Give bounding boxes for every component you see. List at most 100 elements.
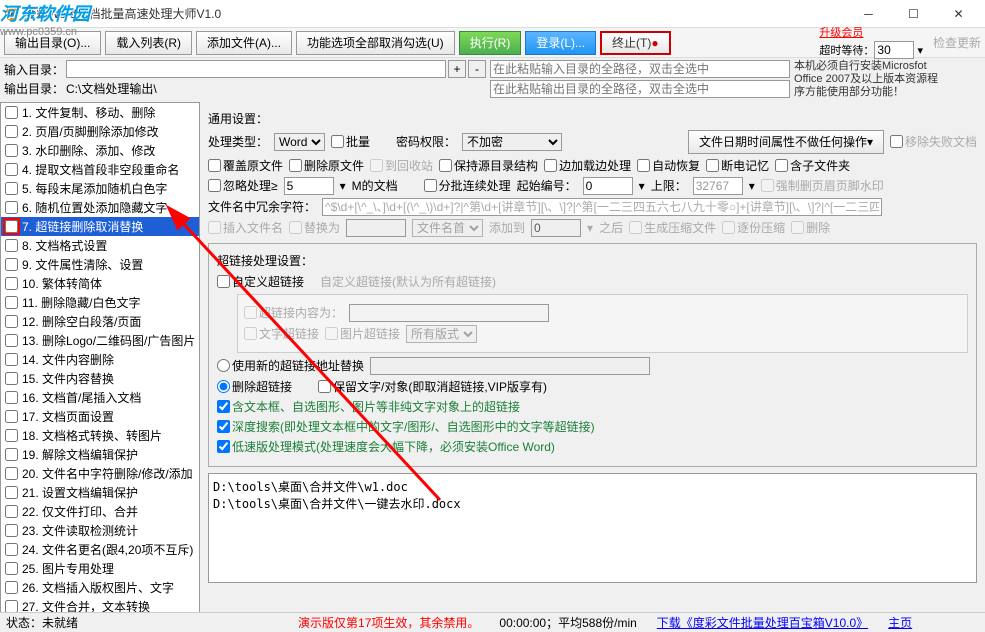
sidebar-item-17[interactable]: 17. 文档页面设置: [1, 407, 199, 426]
sidebar-checkbox-20[interactable]: [5, 467, 18, 480]
custom-link-checkbox[interactable]: [217, 275, 230, 288]
sidebar-checkbox-10[interactable]: [5, 277, 18, 290]
sidebar-item-25[interactable]: 25. 图片专用处理: [1, 559, 199, 578]
add-files-button[interactable]: 添加文件(A)...: [196, 31, 292, 55]
batch-continuous-checkbox[interactable]: [424, 179, 437, 192]
sidebar-item-19[interactable]: 19. 解除文档编辑保护: [1, 445, 199, 464]
sidebar-checkbox-17[interactable]: [5, 410, 18, 423]
sidebar-checkbox-1[interactable]: [5, 106, 18, 119]
auto-recover-checkbox[interactable]: [637, 159, 650, 172]
download-link[interactable]: 下载《度彩文件批量处理百宝箱V10.0》: [657, 614, 868, 631]
sidebar-checkbox-26[interactable]: [5, 581, 18, 594]
add-input-button[interactable]: +: [448, 60, 466, 78]
sidebar-item-2[interactable]: 2. 页眉/页脚删除添加修改: [1, 122, 199, 141]
paste-output-dir[interactable]: [490, 80, 790, 98]
break-memory-checkbox[interactable]: [706, 159, 719, 172]
sidebar-label: 18. 文档格式转换、转图片: [22, 427, 162, 444]
include-sub-checkbox[interactable]: [775, 159, 788, 172]
sidebar-item-16[interactable]: 16. 文档首/尾插入文档: [1, 388, 199, 407]
sidebar-checkbox-18[interactable]: [5, 429, 18, 442]
batch-checkbox[interactable]: [331, 135, 344, 148]
delete-orig-checkbox[interactable]: [289, 159, 302, 172]
sidebar-item-21[interactable]: 21. 设置文档编辑保护: [1, 483, 199, 502]
sidebar-item-9[interactable]: 9. 文件属性清除、设置: [1, 255, 199, 274]
ignore-checkbox[interactable]: [208, 179, 221, 192]
sidebar-checkbox-25[interactable]: [5, 562, 18, 575]
sidebar-checkbox-27[interactable]: [5, 600, 18, 613]
pwd-select[interactable]: 不加密: [462, 133, 562, 151]
sidebar-checkbox-7[interactable]: [5, 220, 18, 233]
sidebar-checkbox-8[interactable]: [5, 239, 18, 252]
edge-load-checkbox[interactable]: [544, 159, 557, 172]
file-list[interactable]: D:\tools\桌面\合并文件\w1.doc D:\tools\桌面\合并文件…: [208, 473, 977, 583]
select-all-options-button[interactable]: 功能选项全部取消勾选(U): [296, 31, 455, 55]
sidebar-item-1[interactable]: 1. 文件复制、移动、删除: [1, 103, 199, 122]
check-update-link[interactable]: 检查更新: [933, 34, 981, 51]
stop-button[interactable]: 终止(T) ●: [600, 31, 671, 55]
output-dir-button[interactable]: 输出目录(O)...: [4, 31, 101, 55]
timeout-input[interactable]: [874, 41, 914, 59]
homepage-link[interactable]: 主页: [888, 614, 912, 631]
sidebar-item-3[interactable]: 3. 水印删除、添加、修改: [1, 141, 199, 160]
delete-link-radio[interactable]: [217, 380, 230, 393]
paste-input-dir[interactable]: [490, 60, 790, 78]
upgrade-link[interactable]: 升级会员: [819, 26, 923, 40]
sidebar-item-24[interactable]: 24. 文件名更名(跟4,20项不互斥): [1, 540, 199, 559]
sidebar-checkbox-5[interactable]: [5, 182, 18, 195]
upper-input[interactable]: [693, 177, 743, 195]
sidebar-checkbox-15[interactable]: [5, 372, 18, 385]
maximize-button[interactable]: ☐: [891, 3, 936, 25]
include-textbox-checkbox[interactable]: [217, 400, 230, 413]
sidebar-checkbox-22[interactable]: [5, 505, 18, 518]
sidebar-checkbox-3[interactable]: [5, 144, 18, 157]
overwrite-checkbox[interactable]: [208, 159, 221, 172]
sidebar-item-26[interactable]: 26. 文档插入版权图片、文字: [1, 578, 199, 597]
sidebar-item-22[interactable]: 22. 仅文件打印、合并: [1, 502, 199, 521]
sidebar-checkbox-24[interactable]: [5, 543, 18, 556]
sidebar-item-14[interactable]: 14. 文件内容删除: [1, 350, 199, 369]
keep-struct-checkbox[interactable]: [439, 159, 452, 172]
input-dir-field[interactable]: [66, 60, 446, 78]
sidebar-item-7[interactable]: 7. 超链接删除取消替换: [1, 217, 199, 236]
sidebar-item-8[interactable]: 8. 文档格式设置: [1, 236, 199, 255]
deep-search-checkbox[interactable]: [217, 420, 230, 433]
close-button[interactable]: ✕: [936, 3, 981, 25]
sidebar-checkbox-14[interactable]: [5, 353, 18, 366]
sidebar-item-6[interactable]: 6. 随机位置处添加隐藏文字: [1, 198, 199, 217]
load-list-button[interactable]: 载入列表(R): [105, 31, 192, 55]
remove-failed-checkbox[interactable]: [890, 135, 903, 148]
sidebar-checkbox-6[interactable]: [5, 201, 18, 214]
sidebar-checkbox-11[interactable]: [5, 296, 18, 309]
sidebar-checkbox-9[interactable]: [5, 258, 18, 271]
low-speed-checkbox[interactable]: [217, 440, 230, 453]
run-button[interactable]: 执行(R): [459, 31, 522, 55]
sidebar-item-15[interactable]: 15. 文件内容替换: [1, 369, 199, 388]
file-date-button[interactable]: 文件日期时间属性不做任何操作 ▾: [688, 130, 884, 154]
type-select[interactable]: Word: [274, 133, 325, 151]
ignore-value-input[interactable]: [284, 177, 334, 195]
sidebar-item-23[interactable]: 23. 文件读取检测统计: [1, 521, 199, 540]
sidebar-item-13[interactable]: 13. 删除Logo/二维码图/广告图片: [1, 331, 199, 350]
sidebar-item-20[interactable]: 20. 文件名中字符删除/修改/添加: [1, 464, 199, 483]
sidebar-item-12[interactable]: 12. 删除空白段落/页面: [1, 312, 199, 331]
use-new-radio[interactable]: [217, 359, 230, 372]
remove-input-button[interactable]: -: [468, 60, 486, 78]
keep-text-checkbox[interactable]: [318, 380, 331, 393]
sidebar-checkbox-16[interactable]: [5, 391, 18, 404]
start-num-input[interactable]: [583, 177, 633, 195]
login-button[interactable]: 登录(L)...: [525, 31, 596, 55]
sidebar-item-10[interactable]: 10. 繁体转简体: [1, 274, 199, 293]
sidebar-item-18[interactable]: 18. 文档格式转换、转图片: [1, 426, 199, 445]
sidebar-item-11[interactable]: 11. 删除隐藏/白色文字: [1, 293, 199, 312]
sidebar-checkbox-21[interactable]: [5, 486, 18, 499]
sidebar-checkbox-2[interactable]: [5, 125, 18, 138]
sidebar-checkbox-23[interactable]: [5, 524, 18, 537]
sidebar-checkbox-12[interactable]: [5, 315, 18, 328]
sidebar-item-4[interactable]: 4. 提取文档首段非空段重命名: [1, 160, 199, 179]
redundant-input[interactable]: [322, 198, 882, 216]
sidebar-checkbox-19[interactable]: [5, 448, 18, 461]
sidebar-item-5[interactable]: 5. 每段末尾添加随机白色字: [1, 179, 199, 198]
minimize-button[interactable]: ─: [846, 3, 891, 25]
sidebar-checkbox-4[interactable]: [5, 163, 18, 176]
sidebar-checkbox-13[interactable]: [5, 334, 18, 347]
